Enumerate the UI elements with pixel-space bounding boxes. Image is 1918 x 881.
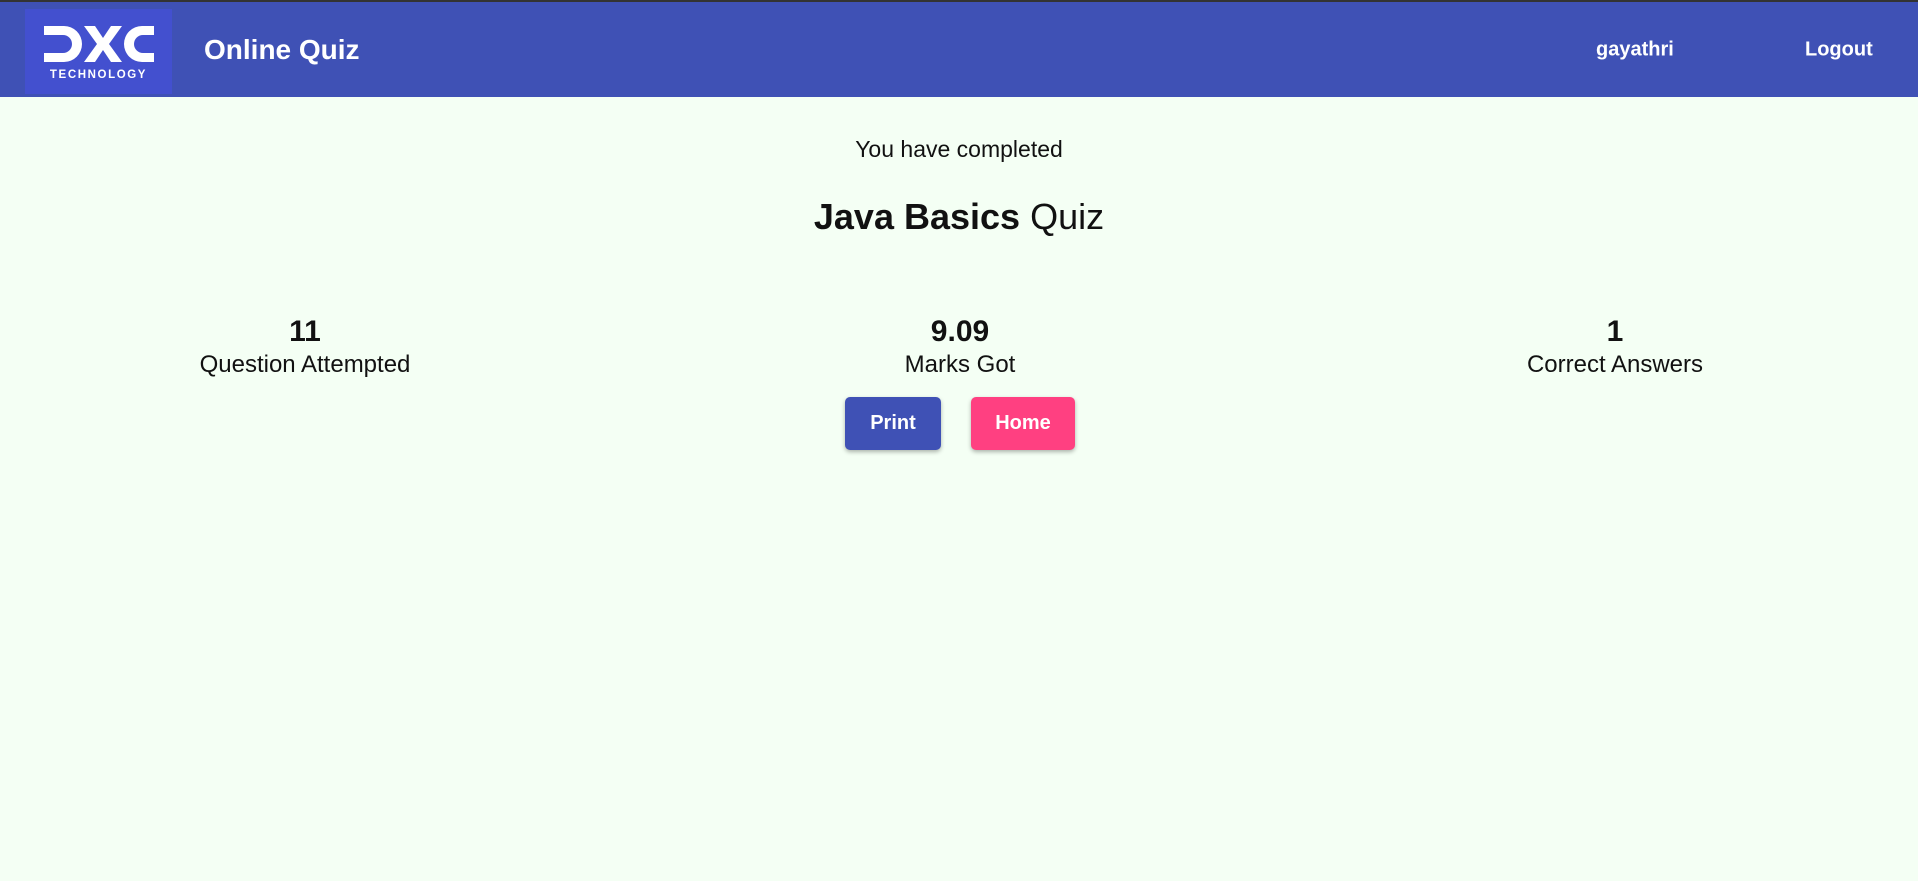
stat-questions-attempted: 11 Question Attempted bbox=[105, 314, 505, 380]
completed-message: You have completed bbox=[855, 136, 1063, 162]
username-label[interactable]: gayathri bbox=[1596, 38, 1674, 61]
dxc-logo-icon bbox=[43, 26, 154, 62]
top-navbar: TECHNOLOGY Online Quiz gayathri Logout bbox=[0, 0, 1918, 97]
stat-label: Marks Got bbox=[904, 351, 1016, 378]
home-button[interactable]: Home bbox=[971, 397, 1075, 450]
app-title[interactable]: Online Quiz bbox=[204, 34, 360, 66]
quiz-name: Java Basics bbox=[813, 196, 1021, 237]
stat-value: 11 bbox=[289, 315, 321, 348]
stat-correct-answers: 1 Correct Answers bbox=[1415, 314, 1815, 380]
stat-label: Correct Answers bbox=[1526, 351, 1704, 378]
stat-label: Question Attempted bbox=[199, 351, 411, 378]
stat-value: 9.09 bbox=[930, 315, 990, 348]
dxc-logo[interactable]: TECHNOLOGY bbox=[25, 9, 172, 94]
quiz-suffix: Quiz bbox=[1030, 196, 1105, 237]
logout-link[interactable]: Logout bbox=[1805, 38, 1873, 61]
stat-marks-got: 9.09 Marks Got bbox=[760, 314, 1160, 380]
quiz-title: Java Basics Quiz bbox=[0, 196, 1918, 238]
print-button[interactable]: Print bbox=[845, 397, 941, 450]
stat-value: 1 bbox=[1606, 315, 1624, 348]
logo-subtext: TECHNOLOGY bbox=[49, 69, 148, 81]
